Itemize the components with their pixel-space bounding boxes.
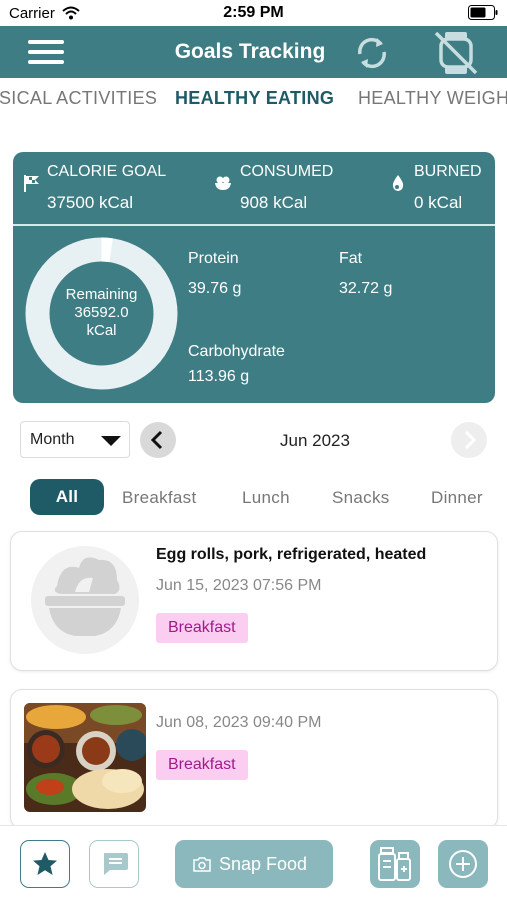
sync-icon[interactable] <box>351 32 393 74</box>
flag-icon <box>24 175 39 192</box>
burned-label: BURNED <box>414 163 482 180</box>
fat-label: Fat <box>339 250 363 267</box>
month-label: Jun 2023 <box>280 431 350 450</box>
protein-value: 39.76 g <box>188 280 242 297</box>
tab-healthy-weight[interactable]: HEALTHY WEIGHT <box>358 88 507 109</box>
meal-tab-snacks[interactable]: Snacks <box>332 488 390 508</box>
carbohydrate-label: Carbohydrate <box>188 343 285 360</box>
remaining-text: Remaining 36592.0 kCal <box>25 286 178 340</box>
status-time: 2:59 PM <box>223 4 284 21</box>
medication-button[interactable] <box>370 840 420 888</box>
meal-tab-dinner[interactable]: Dinner <box>431 488 483 508</box>
remaining-value: 36592.0 <box>74 304 129 321</box>
period-dropdown[interactable]: Month <box>20 421 130 458</box>
entry-title: Egg rolls, pork, refrigerated, heated <box>156 546 427 563</box>
placeholder-bowl-icon <box>31 546 139 654</box>
add-icon <box>449 850 477 878</box>
remaining-label: Remaining <box>65 286 138 303</box>
meal-tab-all[interactable]: All <box>30 479 104 515</box>
protein-label: Protein <box>188 250 239 267</box>
meal-tab-breakfast[interactable]: Breakfast <box>122 488 197 508</box>
consumed-value: 908 kCal <box>240 193 308 212</box>
tab-physical-activities[interactable]: SICAL ACTIVITIES <box>0 88 157 109</box>
previous-month-button[interactable] <box>140 422 176 458</box>
period-selected-value: Month <box>30 431 75 448</box>
summary-divider <box>13 224 495 226</box>
star-icon <box>33 852 57 875</box>
food-entry-card[interactable]: Jun 08, 2023 09:40 PM Breakfast <box>10 689 498 829</box>
burned-value: 0 kCal <box>414 193 463 212</box>
remaining-unit: kCal <box>86 322 117 339</box>
food-bowl-icon <box>215 176 231 190</box>
food-photo <box>24 703 146 812</box>
snap-food-button[interactable]: Snap Food <box>175 840 333 888</box>
fat-value: 32.72 g <box>339 280 393 297</box>
add-entry-button[interactable] <box>438 840 488 888</box>
meal-type-badge: Breakfast <box>156 750 248 780</box>
calorie-goal-value: 37500 kCal <box>47 193 134 212</box>
consumed-label: CONSUMED <box>240 163 334 180</box>
food-entry-card[interactable]: Egg rolls, pork, refrigerated, heated Ju… <box>10 531 498 671</box>
tab-healthy-eating[interactable]: HEALTHY EATING <box>175 88 334 109</box>
category-tabs: SICAL ACTIVITIES HEALTHY EATING HEALTHY … <box>0 78 507 118</box>
favorites-button[interactable] <box>20 840 70 888</box>
watch-off-icon[interactable] <box>432 30 480 76</box>
carbohydrate-value: 113.96 g <box>188 368 250 385</box>
calorie-goal-label: CALORIE GOAL <box>47 163 167 180</box>
battery-icon <box>468 5 498 20</box>
entry-date: Jun 08, 2023 09:40 PM <box>156 714 322 731</box>
meal-type-badge: Breakfast <box>156 613 248 643</box>
app-header: Goals Tracking <box>0 26 507 78</box>
bottom-action-bar: Snap Food <box>0 825 507 900</box>
camera-icon <box>193 857 211 872</box>
calorie-summary-card: CALORIE GOAL 37500 kCal CONSUMED 908 kCa… <box>13 152 495 403</box>
messages-button[interactable] <box>89 840 139 888</box>
chat-icon <box>104 853 128 875</box>
meal-tab-lunch[interactable]: Lunch <box>242 488 290 508</box>
medication-icon <box>378 847 411 881</box>
entry-date: Jun 15, 2023 07:56 PM <box>156 577 322 594</box>
snap-food-label: Snap Food <box>219 854 308 874</box>
page-title: Goals Tracking <box>174 40 326 63</box>
status-bar: Carrier 2:59 PM <box>0 0 507 26</box>
next-month-button[interactable] <box>451 422 487 458</box>
flame-drop-icon <box>392 175 404 191</box>
menu-icon[interactable] <box>28 38 66 66</box>
chevron-down-icon <box>101 436 121 446</box>
